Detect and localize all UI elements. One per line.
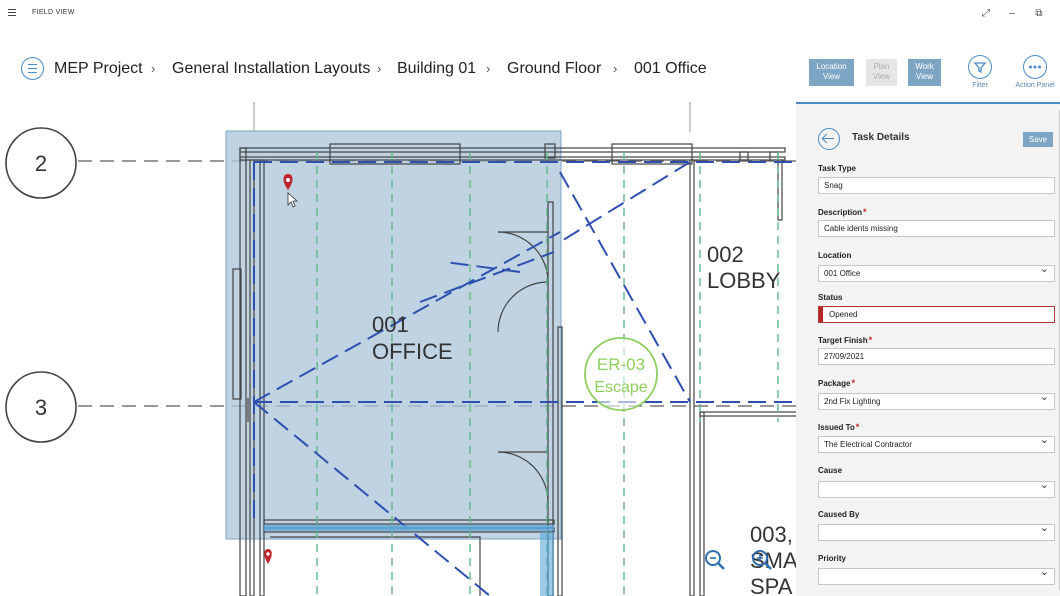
issued-to-select[interactable]: The Electrical Contractor [818, 433, 1055, 453]
status-field[interactable]: Opened [818, 306, 1055, 323]
filter-button[interactable]: Filter [962, 55, 998, 89]
priority-label: Priority [818, 554, 847, 563]
breadcrumb-item-floor[interactable]: Ground Floor [507, 60, 601, 78]
room-002-name: LOBBY [707, 268, 781, 293]
task-type-label: Task Type [818, 164, 856, 173]
plan-view-button[interactable]: Plan View [866, 59, 897, 86]
chevron-right-icon: › [151, 61, 156, 76]
location-label: Location [818, 251, 852, 260]
snag-pin-icon[interactable] [264, 549, 272, 564]
panel-title: Task Details [852, 132, 910, 143]
breadcrumb-item-building[interactable]: Building 01 [397, 60, 476, 78]
filter-label: Filter [972, 82, 988, 89]
location-select[interactable]: 001 Office [818, 262, 1055, 282]
room-001-name: OFFICE [372, 339, 453, 364]
action-panel-button[interactable]: Action Panel [1012, 55, 1058, 89]
room-001-number: 001 [372, 312, 409, 337]
breadcrumb-item-layouts[interactable]: General Installation Layouts [172, 60, 370, 78]
chevron-right-icon: › [377, 61, 382, 76]
chevron-right-icon: › [486, 61, 491, 76]
action-panel-label: Action Panel [1015, 82, 1055, 89]
stamp-code: ER-03 [597, 355, 645, 374]
description-field[interactable]: Cable idents missing [818, 220, 1055, 237]
filter-icon [968, 55, 992, 79]
hamburger-menu-icon[interactable] [8, 9, 16, 16]
work-view-button[interactable]: Work View [908, 59, 941, 86]
restore-icon[interactable]: ⧉ [1031, 6, 1047, 22]
stamp-text: Escape [594, 379, 647, 396]
target-finish-label: Target Finish* [818, 335, 873, 345]
room-002-number: 002 [707, 242, 744, 267]
breadcrumb-item-room[interactable]: 001 Office [634, 60, 707, 78]
task-type-field[interactable]: Snag [818, 177, 1055, 194]
room-003-name-line2: SPA [750, 574, 793, 596]
task-details-panel: Task Details Save Task Type Snag Descrip… [796, 102, 1060, 596]
breadcrumb-item-project[interactable]: MEP Project [54, 60, 143, 78]
more-options-icon [1023, 55, 1047, 79]
priority-select[interactable] [818, 565, 1055, 585]
caused-by-select[interactable] [818, 521, 1055, 541]
escape-stamp[interactable]: ER-03 Escape [584, 337, 658, 411]
cause-select[interactable] [818, 478, 1055, 498]
minimize-icon[interactable]: – [1004, 6, 1020, 22]
back-arrow-icon[interactable] [818, 128, 840, 150]
issued-to-label: Issued To* [818, 422, 860, 432]
caused-by-label: Caused By [818, 510, 860, 519]
description-label: Description* [818, 207, 867, 217]
grid-label-3: 3 [35, 395, 47, 420]
room-003-number: 003, [750, 522, 793, 547]
window-title-bar: FIELD VIEW ⤢ – ⧉ [0, 0, 1060, 30]
grid-label-2: 2 [35, 151, 47, 176]
cause-label: Cause [818, 466, 843, 475]
package-label: Package* [818, 378, 855, 388]
chevron-right-icon: › [613, 61, 618, 76]
floor-plan-drawing: 2 3 001 OFFICE 002 LOBBY 003, SMA SPA ER… [5, 102, 797, 596]
app-title: FIELD VIEW [32, 9, 75, 16]
menu-circle-icon[interactable] [21, 57, 44, 80]
package-select[interactable]: 2nd Fix Lighting [818, 390, 1055, 410]
floor-plan-canvas[interactable]: 2 3 001 OFFICE 002 LOBBY 003, SMA SPA ER… [0, 102, 797, 596]
target-finish-field[interactable]: 27/09/2021 [818, 348, 1055, 365]
zoom-out-icon[interactable] [705, 550, 725, 570]
save-button[interactable]: Save [1023, 132, 1053, 147]
status-label: Status [818, 293, 843, 302]
location-view-button[interactable]: Location View [809, 59, 854, 86]
maximize-icon[interactable]: ⤢ [978, 6, 994, 22]
